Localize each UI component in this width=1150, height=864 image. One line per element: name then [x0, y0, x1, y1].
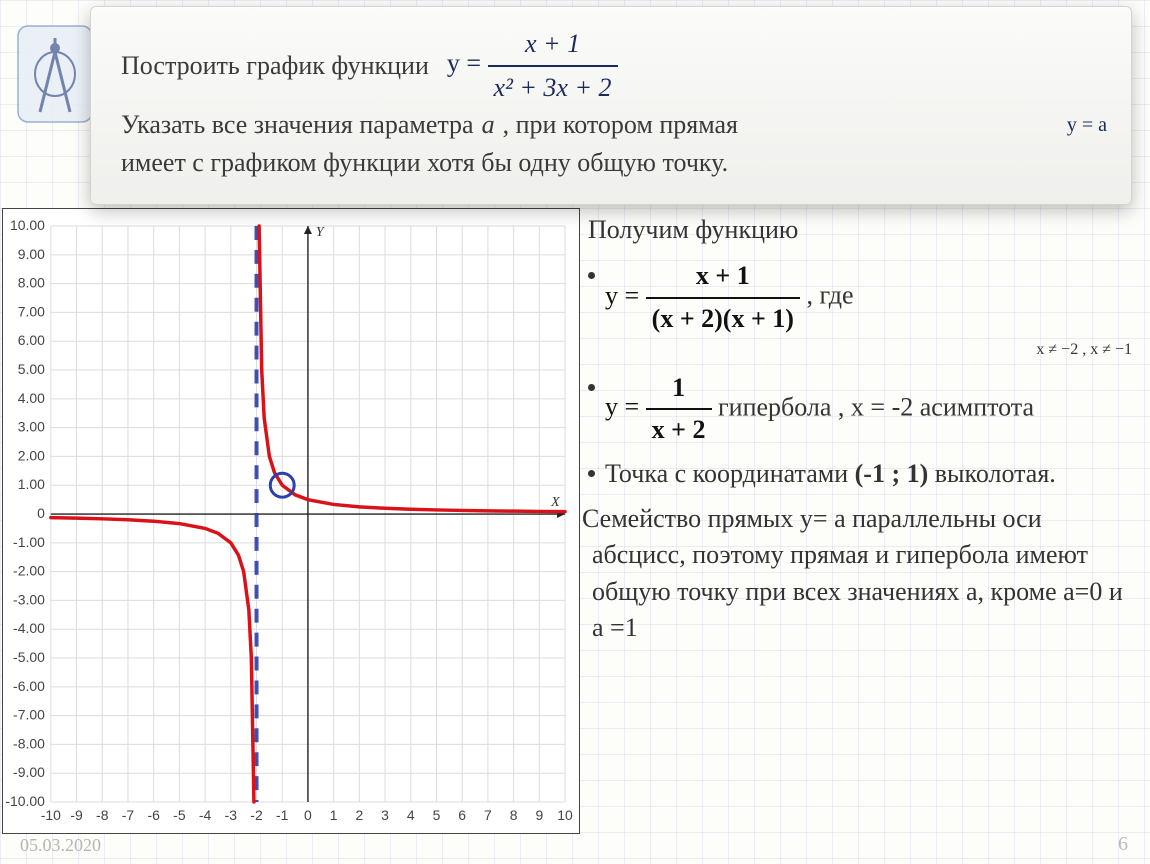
svg-text:-7.00: -7.00: [13, 707, 45, 723]
svg-text:-10.00: -10.00: [5, 793, 45, 809]
svg-text:-2.00: -2.00: [13, 563, 45, 579]
removed-point-coords: (-1 ; 1): [855, 459, 929, 488]
bullet-icon: [588, 384, 595, 391]
removed-point-row: Точка с координатами (-1 ; 1) выколотая.: [588, 456, 1132, 492]
svg-text:0: 0: [37, 505, 45, 521]
svg-text:-4.00: -4.00: [13, 620, 45, 636]
svg-text:4.00: 4.00: [18, 390, 45, 406]
svg-text:-1: -1: [276, 807, 289, 823]
svg-text:1.00: 1.00: [18, 476, 45, 492]
svg-text:-2: -2: [250, 807, 263, 823]
eq1-trail: , где: [806, 281, 853, 310]
svg-text:8.00: 8.00: [18, 275, 45, 291]
task-text-common-point: имеет с графиком функции хотя бы одну об…: [121, 144, 1107, 182]
svg-text:-3.00: -3.00: [13, 591, 45, 607]
equation-2-row: y = 1 x + 2 гипербола , x = -2 асимптота: [588, 370, 1132, 449]
svg-text:7: 7: [484, 807, 492, 823]
svg-text:6: 6: [458, 807, 466, 823]
page-number: 6: [1118, 833, 1128, 856]
svg-text:X: X: [550, 495, 560, 510]
task-text-line-cond: , при котором прямая: [503, 106, 738, 144]
svg-text:-4: -4: [199, 807, 212, 823]
svg-text:9.00: 9.00: [18, 246, 45, 262]
line-equation: y = a: [1067, 111, 1107, 140]
svg-text:5: 5: [433, 807, 441, 823]
eq2-trail: гипербола , x = -2 асимптота: [718, 392, 1034, 421]
svg-text:7.00: 7.00: [18, 303, 45, 319]
content-area: -10-9-8-7-6-5-4-3-2-1012345678910-10.00-…: [0, 208, 1150, 834]
svg-text:6.00: 6.00: [18, 332, 45, 348]
svg-text:10.00: 10.00: [10, 217, 45, 233]
function-chart: -10-9-8-7-6-5-4-3-2-1012345678910-10.00-…: [2, 208, 580, 834]
svg-text:10: 10: [557, 807, 573, 823]
problem-statement-panel: Построить график функции y = x + 1 x² + …: [90, 6, 1132, 205]
svg-text:-1.00: -1.00: [13, 534, 45, 550]
svg-text:-8: -8: [96, 807, 109, 823]
bullet-icon: [588, 272, 595, 279]
svg-text:-5: -5: [173, 807, 186, 823]
svg-text:-5.00: -5.00: [13, 649, 45, 665]
svg-text:2.00: 2.00: [18, 447, 45, 463]
svg-text:-9.00: -9.00: [13, 764, 45, 780]
svg-text:-8.00: -8.00: [13, 735, 45, 751]
svg-text:-7: -7: [122, 807, 135, 823]
solution-intro: Получим функцию: [588, 212, 1132, 248]
bullet-icon: [588, 470, 595, 477]
svg-text:8: 8: [510, 807, 518, 823]
svg-text:9: 9: [535, 807, 543, 823]
parameter-a: а: [482, 106, 495, 144]
svg-text:-3: -3: [225, 807, 238, 823]
footer-date: 05.03.2020: [20, 835, 101, 856]
task-text-build: Построить график функции: [121, 47, 429, 85]
equation-2: y = 1 x + 2: [605, 392, 718, 421]
svg-text:-6: -6: [147, 807, 160, 823]
svg-text:3.00: 3.00: [18, 419, 45, 435]
svg-text:-10: -10: [41, 807, 61, 823]
equation-1: y = x + 1 (x + 2)(x + 1): [605, 281, 806, 310]
svg-text:1: 1: [330, 807, 338, 823]
task-text-values: Указать все значения параметра: [121, 106, 474, 144]
svg-text:Y: Y: [316, 225, 325, 240]
removed-point-text-b: выколотая.: [928, 459, 1056, 488]
solution-text: Получим функцию y = x + 1 (x + 2)(x + 1)…: [580, 208, 1150, 834]
svg-text:-6.00: -6.00: [13, 678, 45, 694]
svg-text:-9: -9: [70, 807, 83, 823]
svg-text:2: 2: [355, 807, 363, 823]
eq1-conditions: x ≠ −2 , x ≠ −1: [605, 339, 1132, 361]
removed-point-text-a: Точка с координатами: [605, 459, 855, 488]
svg-text:3: 3: [381, 807, 389, 823]
svg-text:0: 0: [304, 807, 312, 823]
family-text: Семейство прямых y= а параллельны оси аб…: [592, 501, 1132, 647]
compass-icon: [10, 20, 100, 130]
svg-text:4: 4: [407, 807, 415, 823]
main-function-formula: y = x + 1 x² + 3x + 2: [447, 25, 618, 106]
equation-1-row: y = x + 1 (x + 2)(x + 1) , где x ≠ −2 , …: [588, 258, 1132, 361]
svg-text:5.00: 5.00: [18, 361, 45, 377]
